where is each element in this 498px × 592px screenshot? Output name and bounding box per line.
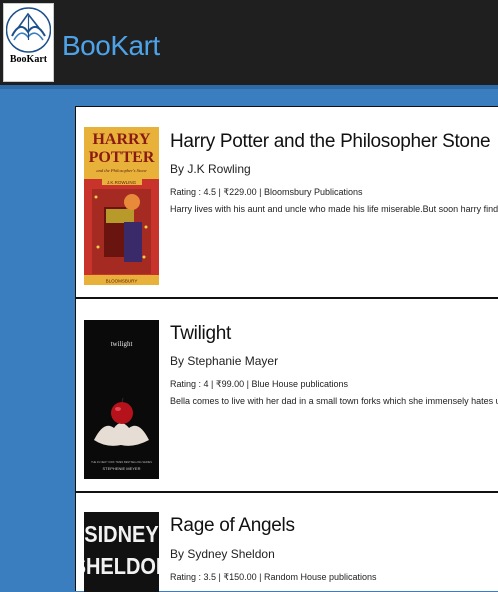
book-author: By Sydney Sheldon	[170, 547, 275, 561]
book-card[interactable]: twilight THE #1 NEW YORK TIMES BESTSELLI…	[75, 297, 498, 494]
book-description: Harry lives with his aunt and uncle who …	[170, 204, 498, 214]
cover-author: J.K.ROWLING	[107, 180, 137, 185]
book-meta: Rating : 3.5 | ₹150.00 | Random House pu…	[170, 572, 377, 582]
book-title[interactable]: Rage of Angels	[170, 515, 295, 537]
cover-title-line1: HARRY	[92, 131, 151, 148]
cover-author-line2: SHELDON	[84, 553, 159, 580]
logo-text: BooKart	[9, 54, 48, 65]
book-meta: Rating : 4.5 | ₹229.00 | Bloomsbury Publ…	[170, 187, 363, 197]
book-author: By Stephanie Mayer	[170, 354, 279, 368]
book-card[interactable]: SIDNEY SHELDON Rage of Angels By Sydney …	[75, 491, 498, 592]
book-cover-rage-of-angels[interactable]: SIDNEY SHELDON	[84, 512, 159, 592]
cover-publisher: BLOOMSBURY	[106, 279, 138, 284]
app-header: BooKart BooKart	[0, 0, 498, 89]
book-description: Bella comes to live with her dad in a sm…	[170, 396, 498, 406]
book-author: By J.K Rowling	[170, 162, 251, 176]
cover-title-line2: POTTER	[89, 149, 155, 166]
bookart-logo[interactable]: BooKart	[3, 3, 54, 82]
cover-title: twilight	[111, 340, 133, 348]
book-title[interactable]: Harry Potter and the Philosopher Stone	[170, 131, 491, 153]
book-cover-harry-potter[interactable]: HARRY POTTER and the Philosopher's Stone…	[84, 127, 159, 285]
open-book-icon	[6, 7, 51, 53]
book-cover-twilight[interactable]: twilight THE #1 NEW YORK TIMES BESTSELLI…	[84, 320, 159, 479]
cover-author: STEPHENIE MEYER	[102, 466, 140, 471]
book-title[interactable]: Twilight	[170, 323, 231, 345]
brand-title[interactable]: BooKart	[62, 30, 160, 62]
cover-author-line1: SIDNEY	[84, 521, 159, 548]
cover-subtitle: and the Philosopher's Stone	[96, 168, 146, 173]
book-card[interactable]: HARRY POTTER and the Philosopher's Stone…	[75, 106, 498, 300]
book-meta: Rating : 4 | ₹99.00 | Blue House publica…	[170, 379, 349, 389]
cover-tagline: THE #1 NEW YORK TIMES BESTSELLING SERIES	[91, 460, 152, 464]
